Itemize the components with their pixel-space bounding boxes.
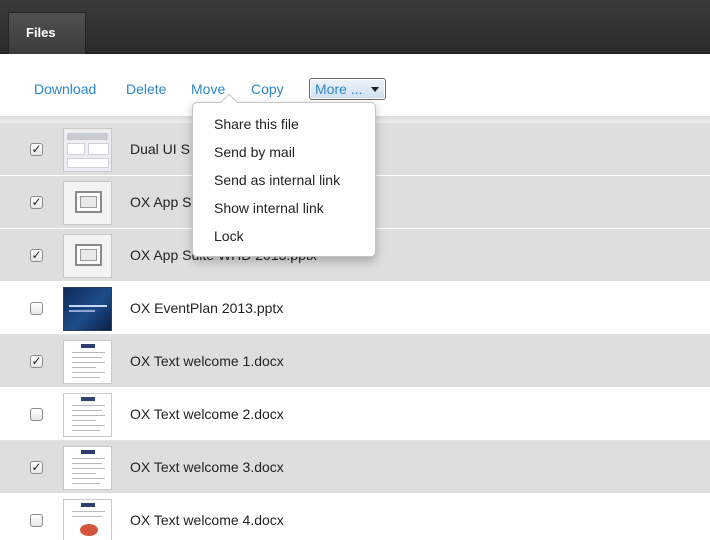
copy-button[interactable]: Copy — [251, 81, 284, 97]
delete-button[interactable]: Delete — [126, 81, 166, 97]
more-dropdown-menu: Share this file Send by mail Send as int… — [192, 93, 376, 257]
menu-item-share-this-file[interactable]: Share this file — [214, 116, 299, 132]
row-checkbox[interactable]: ✓ — [30, 196, 43, 209]
download-button[interactable]: Download — [34, 81, 96, 97]
document-thumb — [63, 340, 112, 384]
document-thumb — [63, 393, 112, 437]
file-name[interactable]: Dual UI S — [130, 141, 190, 157]
menu-item-send-as-internal-link[interactable]: Send as internal link — [214, 172, 340, 188]
row-checkbox[interactable]: ✓ — [30, 461, 43, 474]
row-checkbox[interactable] — [30, 514, 43, 527]
ui-screenshot-thumb — [63, 128, 112, 172]
document-thumb — [63, 446, 112, 490]
row-checkbox[interactable] — [30, 408, 43, 421]
move-button[interactable]: Move — [191, 81, 225, 97]
row-checkbox[interactable] — [30, 302, 43, 315]
more-button[interactable]: More ... — [309, 78, 386, 100]
row-checkbox[interactable]: ✓ — [30, 143, 43, 156]
row-checkbox[interactable]: ✓ — [30, 355, 43, 368]
document-image-thumb — [63, 499, 112, 540]
caret-down-icon — [371, 87, 379, 92]
app-header: Files — [0, 0, 710, 54]
table-row[interactable]: ✓ OX Text welcome 3.docx — [0, 441, 710, 494]
file-name[interactable]: OX Text welcome 3.docx — [130, 459, 284, 475]
menu-item-show-internal-link[interactable]: Show internal link — [214, 200, 324, 216]
file-name[interactable]: OX Text welcome 4.docx — [130, 512, 284, 528]
window-frame-thumb — [63, 181, 112, 225]
table-row[interactable]: ✓ OX Text welcome 1.docx — [0, 335, 710, 388]
table-row[interactable]: OX Text welcome 4.docx — [0, 494, 710, 540]
menu-item-send-by-mail[interactable]: Send by mail — [214, 144, 295, 160]
file-name[interactable]: OX EventPlan 2013.pptx — [130, 300, 283, 316]
more-button-label: More ... — [315, 81, 363, 97]
menu-item-lock[interactable]: Lock — [214, 228, 244, 244]
row-checkbox[interactable]: ✓ — [30, 249, 43, 262]
table-row[interactable]: OX Text welcome 2.docx — [0, 388, 710, 441]
tab-files[interactable]: Files — [8, 12, 86, 54]
file-name[interactable]: OX App S — [130, 194, 191, 210]
window-frame-thumb — [63, 234, 112, 278]
file-name[interactable]: OX Text welcome 2.docx — [130, 406, 284, 422]
table-row[interactable]: OX EventPlan 2013.pptx — [0, 282, 710, 335]
file-name[interactable]: OX Text welcome 1.docx — [130, 353, 284, 369]
blue-slide-thumb — [63, 287, 112, 331]
